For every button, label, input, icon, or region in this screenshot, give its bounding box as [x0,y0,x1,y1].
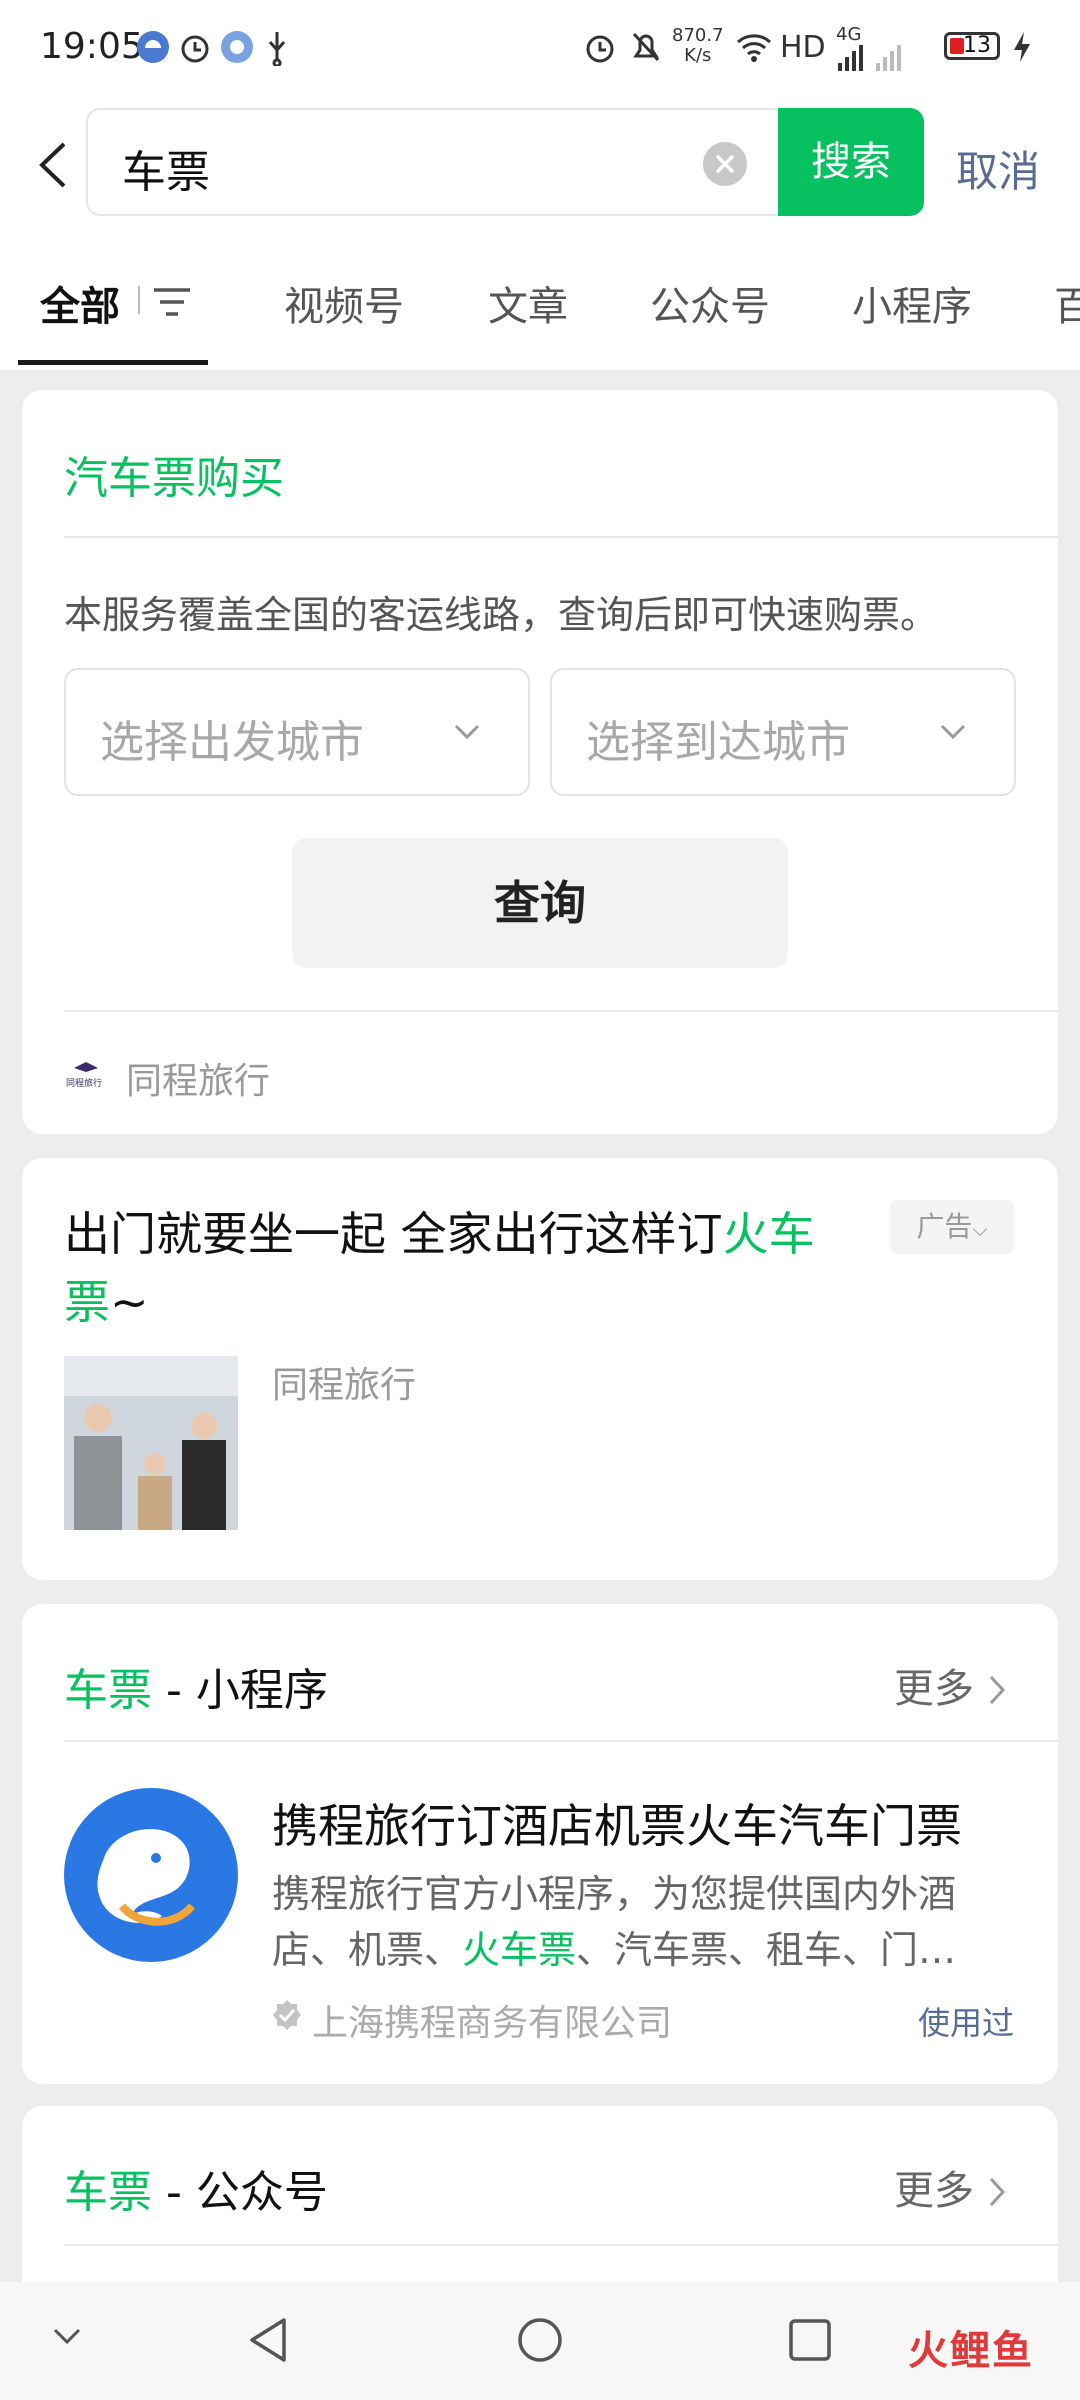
network-type: HD [780,30,826,65]
ctrip-logo-icon[interactable] [64,1788,238,1962]
ad-badge[interactable]: 广告⌵ [890,1200,1014,1254]
divider [64,536,1058,538]
tab-official-accounts[interactable]: 公众号 [650,274,770,332]
search-button[interactable]: 搜索 [778,108,924,216]
battery-icon: 13 [944,32,1000,60]
tab-more[interactable]: 百 [1054,274,1080,332]
clear-icon[interactable] [703,142,747,186]
mini-program-company: 上海携程商务有限公司 [312,2003,673,2044]
departure-placeholder: 选择出发城市 [100,717,364,768]
divider [64,1740,1058,1742]
divider [64,1010,1058,1012]
query-button[interactable]: 查询 [292,838,788,968]
tab-mini-programs[interactable]: 小程序 [852,274,972,332]
search-query-text[interactable]: 车票 [122,136,210,200]
ad-title[interactable]: 出门就要坐一起 全家出行这样订火车 票~ [64,1200,844,1336]
mini-program-description: 携程旅行官方小程序，为您提供国内外酒 店、机票、火车票、汽车票、租车、门… [272,1872,957,1972]
nav-back-icon[interactable] [246,2316,290,2368]
used-label: 使用过 [918,2004,1015,2042]
nav-collapse-icon[interactable] [52,2326,82,2350]
browser-icon [134,28,172,75]
tab-channels[interactable]: 视频号 [284,274,404,332]
usb-icon [262,28,292,75]
watermark: 火鲤鱼 [908,2328,1034,2374]
svg-text:同程旅行: 同程旅行 [66,1077,102,1088]
nav-home-icon[interactable] [516,2316,564,2368]
official-account-section-title: 车票 - 公众号 [64,2167,328,2218]
bus-card-description: 本服务覆盖全国的客运线路，查询后即可快速购票。 [64,593,939,637]
ad-thumbnail [64,1356,238,1530]
official-account-more-link[interactable]: 更多 [894,2158,1007,2216]
mini-program-more-link[interactable]: 更多 [894,1656,1007,1714]
cancel-button[interactable]: 取消 [956,138,1040,199]
chevron-down-icon [940,724,966,740]
nav-recents-icon[interactable] [788,2318,832,2366]
wifi-icon [734,28,774,75]
bus-card-title[interactable]: 汽车票购买 [64,442,284,506]
provider-name: 同程旅行 [126,1061,271,1102]
net-speed: 870.7 K/s [672,25,724,66]
advertiser-name: 同程旅行 [272,1365,417,1406]
mini-program-name[interactable]: 携程旅行订酒店机票火车汽车门票 [272,1790,962,1856]
chevron-down-icon [454,724,480,740]
filter-icon[interactable] [152,286,192,318]
alarm-icon [178,28,212,75]
alarm-right-icon [582,28,618,75]
verified-icon [270,1998,304,2036]
back-arrow-icon[interactable] [34,140,74,190]
assistant-icon [218,28,256,75]
mini-program-section-title: 车票 - 小程序 [64,1665,328,1716]
status-time: 19:05 [40,26,144,67]
tab-all[interactable]: 全部 [40,274,120,332]
divider [64,2244,1058,2246]
mute-icon [628,28,664,75]
active-tab-indicator [18,360,208,365]
arrival-placeholder: 选择到达城市 [586,717,850,768]
tongcheng-logo: 同程旅行 [66,1060,106,1089]
signal-icon [836,40,908,80]
charging-icon [1010,28,1034,75]
tab-articles[interactable]: 文章 [488,274,568,332]
tab-separator [138,286,140,314]
